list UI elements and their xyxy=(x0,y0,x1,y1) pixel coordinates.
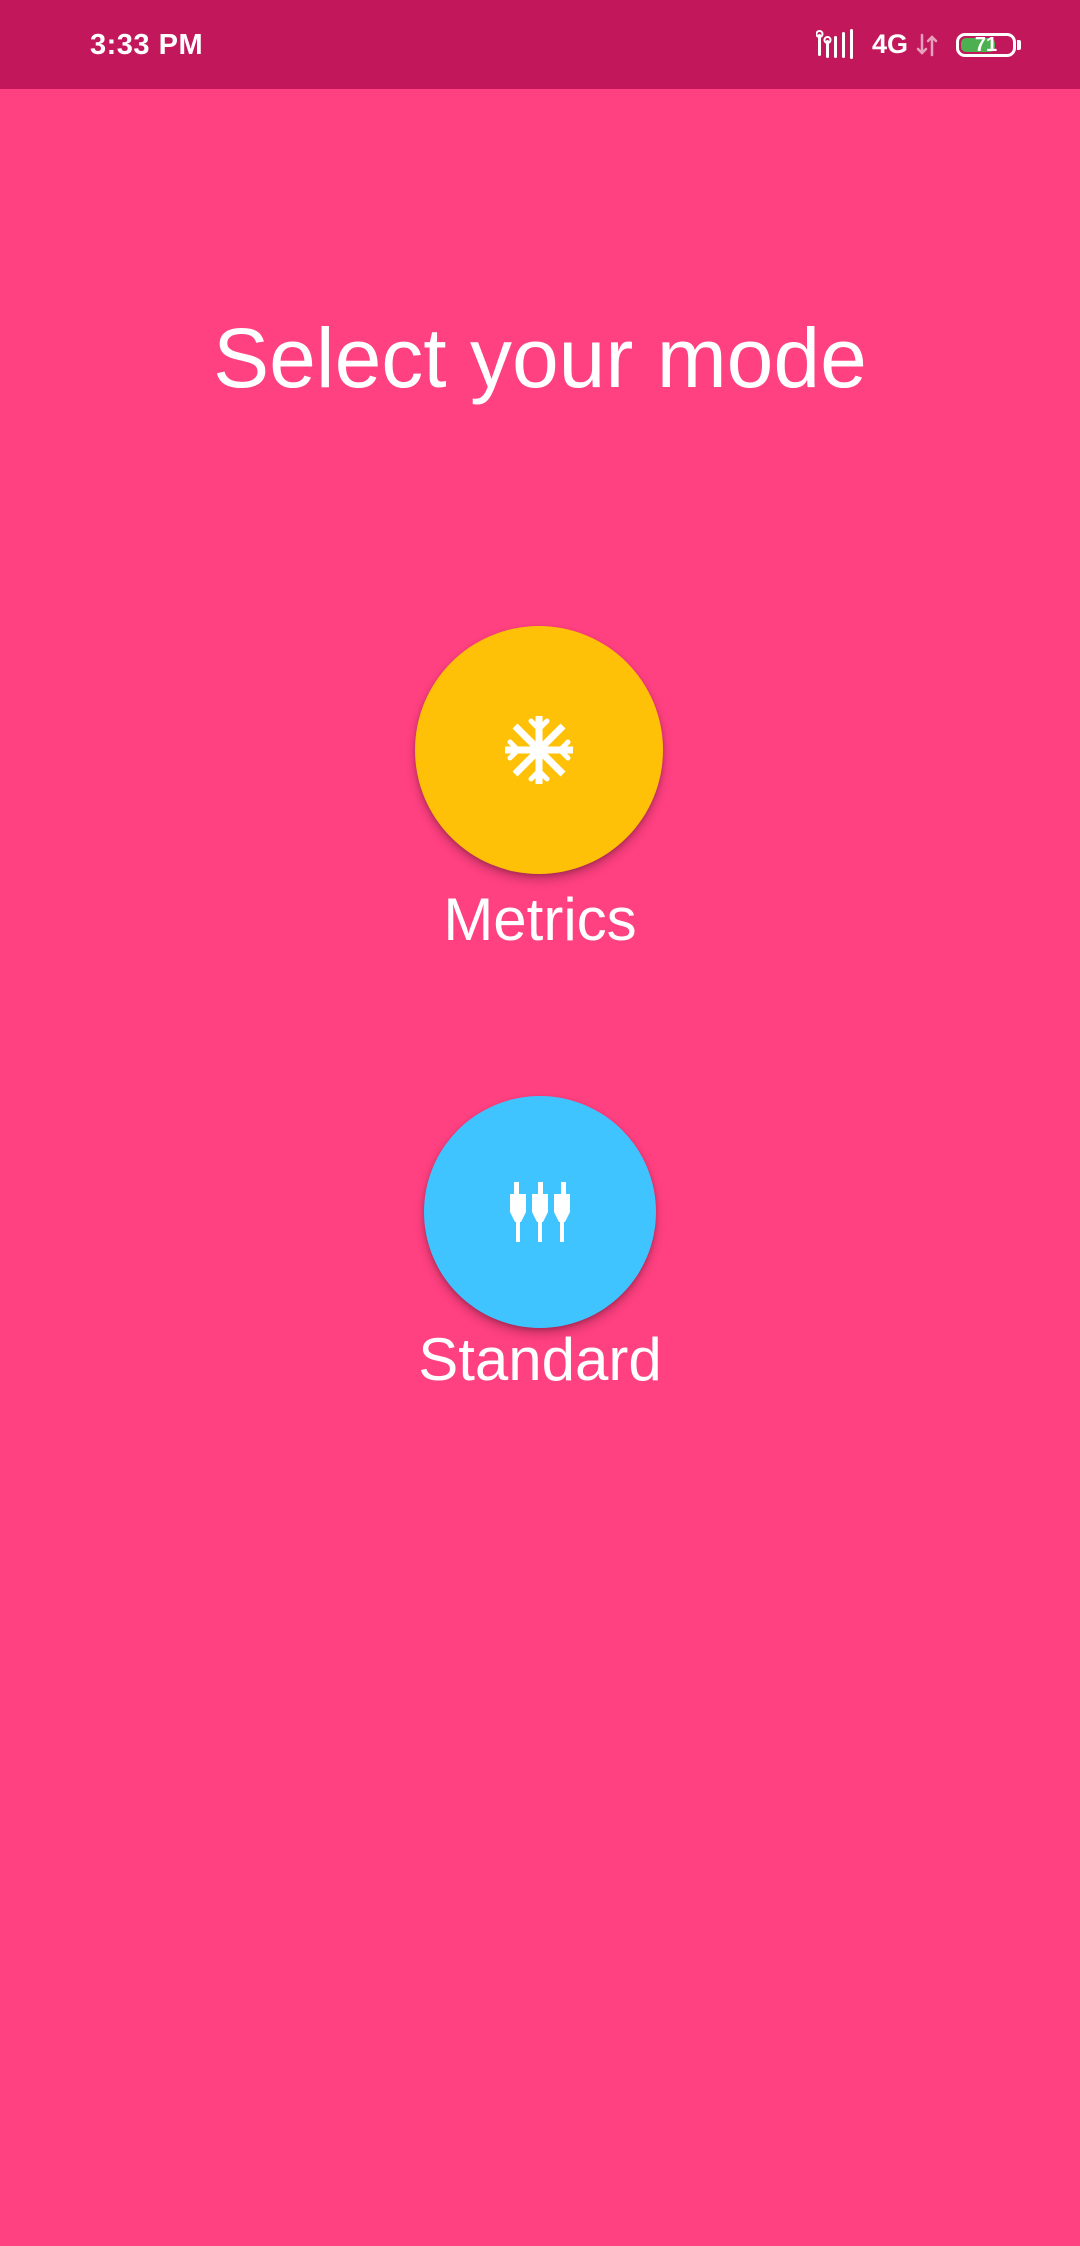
battery-tip xyxy=(1017,39,1021,50)
status-time: 3:33 PM xyxy=(90,29,204,61)
data-arrows-icon xyxy=(916,33,938,56)
network-type-label: 4G xyxy=(871,29,908,59)
page-title: Select your mode xyxy=(213,311,867,405)
signal-icon xyxy=(815,28,853,59)
battery-level: 71 xyxy=(974,33,998,56)
standard-mode-button[interactable] xyxy=(424,1096,656,1328)
plugs-icon xyxy=(510,1182,570,1242)
status-bar: 3:33 PM 4G 71 xyxy=(0,0,1080,89)
metrics-mode-label[interactable]: Metrics xyxy=(0,884,1080,956)
status-icons: 4G 71 xyxy=(815,0,1022,89)
battery-body: 71 xyxy=(956,32,1016,57)
standard-mode-label[interactable]: Standard xyxy=(0,1324,1080,1396)
metrics-mode-button[interactable] xyxy=(415,626,663,874)
battery-icon: 71 xyxy=(956,31,1022,59)
snowflake-icon xyxy=(505,716,573,784)
